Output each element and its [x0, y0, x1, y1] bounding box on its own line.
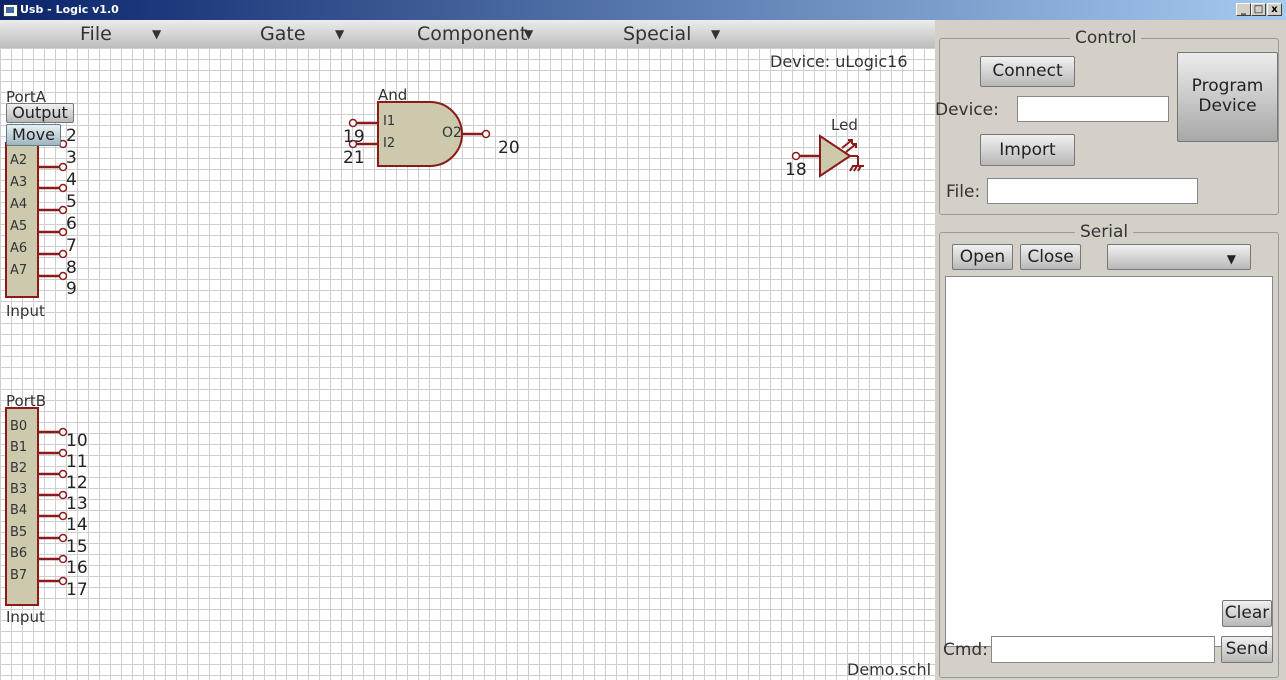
pin-number: 17	[66, 580, 88, 600]
menu-component[interactable]: Component ▼	[417, 23, 533, 45]
pin-number: 15	[66, 537, 88, 557]
menu-special[interactable]: Special ▼	[623, 23, 720, 45]
pin-b7-label: B7	[10, 568, 28, 583]
and-gate-title: And	[378, 86, 408, 104]
connect-button[interactable]: Connect	[980, 56, 1075, 87]
serial-close-button[interactable]: Close	[1020, 244, 1081, 270]
led-body	[819, 134, 852, 178]
pin-number: 13	[66, 494, 88, 514]
chevron-down-icon: ▼	[1226, 252, 1236, 266]
file-input[interactable]	[987, 178, 1198, 204]
serial-open-button[interactable]: Open	[952, 244, 1013, 270]
app-icon	[3, 4, 18, 17]
menu-file-label: File	[80, 23, 112, 45]
pin-a2-label: A2	[10, 153, 28, 168]
device-indicator: Device: uLogic16	[770, 52, 908, 71]
pin-number: 3	[66, 148, 77, 168]
chevron-down-icon: ▼	[335, 27, 345, 41]
pin-number: 19	[343, 127, 365, 147]
cmd-label: Cmd:	[943, 640, 988, 660]
pin-b1-label: B1	[10, 440, 28, 455]
device-input[interactable]	[1017, 96, 1169, 122]
pin-number: 16	[66, 558, 88, 578]
window-title: Usb - Logic v1.0	[20, 3, 119, 16]
maximize-button[interactable]: □	[1251, 3, 1266, 16]
import-button[interactable]: Import	[980, 134, 1075, 166]
pin-number: 9	[66, 279, 77, 299]
file-field-label: File:	[946, 182, 981, 202]
pin-b0-label: B0	[10, 419, 28, 434]
pin-number: 21	[343, 148, 365, 168]
cmd-input[interactable]	[991, 636, 1215, 663]
pin-b5-label: B5	[10, 525, 28, 540]
chevron-down-icon: ▼	[152, 27, 162, 41]
chevron-down-icon: ▼	[711, 27, 721, 41]
and-output-label: O2	[442, 125, 462, 141]
serial-port-select[interactable]: ▼	[1107, 244, 1251, 270]
pin-b4-label: B4	[10, 503, 28, 518]
minimize-button[interactable]: _	[1236, 3, 1251, 16]
menu-gate[interactable]: Gate ▼	[260, 23, 344, 45]
device-field-label: Device:	[935, 100, 999, 120]
pin-number: 6	[66, 214, 77, 234]
pin-a3-label: A3	[10, 175, 28, 190]
pin-a4-label: A4	[10, 197, 28, 212]
serial-group-title: Serial	[1075, 222, 1134, 242]
pin-b2-label: B2	[10, 461, 28, 476]
menu-component-label: Component	[417, 23, 528, 45]
menu-special-label: Special	[623, 23, 692, 45]
pin-number: 20	[498, 138, 520, 158]
portb-title: PortB	[6, 392, 47, 410]
schematic-wiring	[5, 101, 864, 606]
menu-gate-label: Gate	[260, 23, 306, 45]
schematic-filename: Demo.schl	[847, 660, 932, 679]
output-button[interactable]: Output	[6, 103, 74, 123]
portb-input-label: Input	[6, 608, 45, 626]
and-input2-label: I2	[383, 136, 396, 151]
pin-number: 18	[785, 160, 807, 180]
pin-a6-label: A6	[10, 241, 28, 256]
program-device-button[interactable]: Program Device	[1177, 52, 1278, 142]
chevron-down-icon: ▼	[524, 27, 534, 41]
pin-number: 11	[66, 452, 88, 472]
pin-number: 5	[66, 192, 77, 212]
menu-bar: File ▼ Gate ▼ Component ▼ Special ▼	[0, 20, 935, 49]
pin-number: 12	[66, 473, 88, 493]
schematic-canvas[interactable]: PortA Output Move A2 A3 A4 A5 A6 A7 2 3 …	[0, 48, 935, 680]
pin-number: 2	[66, 126, 77, 146]
pin-number: 10	[66, 431, 88, 451]
pin-b3-label: B3	[10, 482, 28, 497]
pin-number: 14	[66, 515, 88, 535]
serial-output[interactable]	[945, 276, 1273, 647]
title-bar: Usb - Logic v1.0 _ □ x	[0, 0, 1286, 20]
led-title: Led	[831, 116, 858, 134]
pin-a5-label: A5	[10, 219, 28, 234]
pin-number: 8	[66, 258, 77, 278]
send-button[interactable]: Send	[1221, 636, 1273, 663]
pin-number: 4	[66, 170, 77, 190]
move-button[interactable]: Move	[6, 124, 61, 146]
porta-input-label: Input	[6, 302, 45, 320]
side-panel: Control Connect Program Device Device: I…	[935, 20, 1286, 680]
clear-button[interactable]: Clear	[1222, 600, 1272, 627]
menu-file[interactable]: File ▼	[80, 23, 161, 45]
pin-a7-label: A7	[10, 263, 28, 278]
control-group-title: Control	[1070, 28, 1142, 48]
and-input1-label: I1	[383, 114, 396, 129]
close-window-button[interactable]: x	[1267, 3, 1282, 16]
pin-b6-label: B6	[10, 546, 28, 561]
pin-number: 7	[66, 236, 77, 256]
